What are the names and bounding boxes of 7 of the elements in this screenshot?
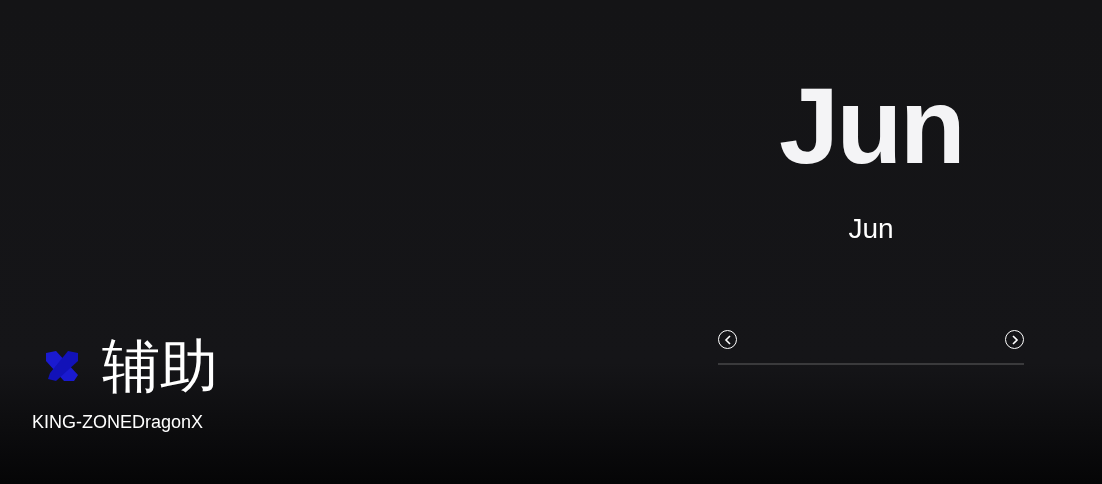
- chevron-left-icon: [723, 334, 732, 345]
- hero-name: Jun: [779, 72, 963, 180]
- hero-subtitle: Jun: [848, 212, 894, 246]
- team-name: KING-ZONEDragonX: [32, 411, 205, 434]
- chevron-right-icon: [1010, 334, 1019, 345]
- role-title: 辅助: [102, 337, 218, 395]
- team-logo-icon: [44, 349, 80, 383]
